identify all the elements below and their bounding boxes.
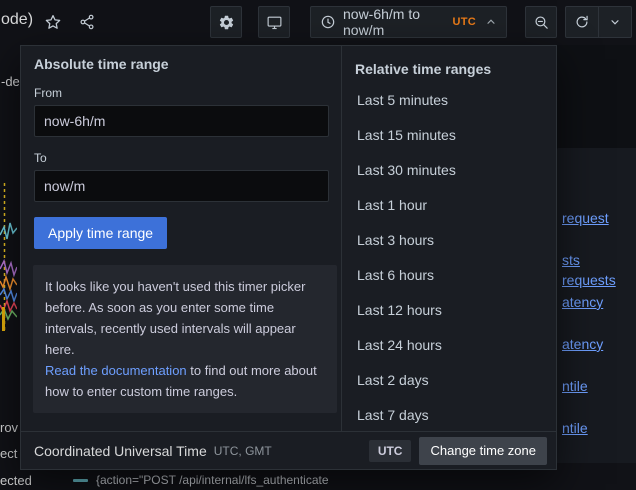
clock-icon (320, 14, 336, 30)
grafana-screen: -de request sts requests atency atency n… (0, 0, 636, 490)
dashboard-settings-button[interactable] (210, 6, 242, 38)
absolute-time-range-section: Absolute time range From To Apply time r… (21, 46, 341, 431)
zoom-out-time-button[interactable] (525, 6, 557, 38)
from-label: From (34, 86, 329, 100)
refresh-icon (574, 14, 590, 30)
relative-option-last-30-minutes[interactable]: Last 30 minutes (355, 152, 556, 187)
background-panel-upper (557, 45, 636, 148)
legend-series-label[interactable]: {action="POST /api/internal/lfs_authenti… (96, 473, 329, 487)
legend-item[interactable]: {action="POST /api/internal/lfs_authenti… (73, 471, 329, 489)
background-link[interactable]: atency (562, 294, 603, 310)
monitor-icon (266, 14, 283, 31)
background-panel-links: request sts requests atency atency ntile… (557, 148, 636, 463)
chevron-up-icon (485, 16, 497, 28)
relative-heading: Relative time ranges (355, 56, 556, 82)
time-range-picker-button[interactable]: now-6h/m to now/m UTC (310, 6, 507, 38)
relative-time-ranges-section: Relative time ranges Last 5 minutes Last… (342, 46, 556, 431)
refresh-interval-dropdown[interactable] (599, 16, 631, 28)
time-range-picker-popup: Absolute time range From To Apply time r… (20, 45, 557, 470)
change-time-zone-button[interactable]: Change time zone (419, 437, 547, 465)
to-label: To (34, 151, 329, 165)
read-documentation-link[interactable]: Read the documentation (45, 363, 187, 378)
picker-info-box: It looks like you haven't used this time… (33, 265, 337, 413)
time-range-label: now-6h/m to now/m (343, 6, 445, 38)
row-text-fragment: ect (0, 446, 17, 461)
chevron-down-icon (609, 16, 621, 28)
refresh-button-group (565, 6, 632, 38)
background-chart (0, 183, 17, 333)
dashboard-toolbar: ode) (0, 0, 636, 45)
relative-option-last-3-hours[interactable]: Last 3 hours (355, 222, 556, 257)
timezone-detail: UTC, GMT (214, 444, 272, 458)
timezone-badge: UTC (369, 440, 412, 462)
to-input[interactable] (34, 170, 329, 202)
timezone-footer: Coordinated Universal Time UTC, GMT UTC … (21, 431, 556, 469)
relative-option-last-6-hours[interactable]: Last 6 hours (355, 257, 556, 292)
dashboard-title-fragment: ode) (1, 11, 33, 29)
refresh-button[interactable] (566, 14, 598, 30)
relative-option-last-12-hours[interactable]: Last 12 hours (355, 292, 556, 327)
background-link[interactable]: ntile (562, 420, 588, 436)
relative-option-last-15-minutes[interactable]: Last 15 minutes (355, 117, 556, 152)
legend-series-color (73, 479, 88, 482)
background-link[interactable]: request (562, 210, 609, 226)
picker-info-line2: Read the documentation to find out more … (45, 360, 325, 402)
picker-info-text: It looks like you haven't used this time… (45, 276, 325, 360)
tv-mode-button[interactable] (258, 6, 290, 38)
relative-option-last-7-days[interactable]: Last 7 days (355, 397, 556, 431)
background-link[interactable]: requests (562, 272, 616, 288)
apply-time-range-button[interactable]: Apply time range (34, 217, 167, 249)
gear-icon (218, 14, 235, 31)
panel-title-fragment: -de (1, 74, 20, 89)
timezone-name: Coordinated Universal Time (34, 443, 207, 459)
relative-option-last-5-minutes[interactable]: Last 5 minutes (355, 82, 556, 117)
relative-option-last-2-days[interactable]: Last 2 days (355, 362, 556, 397)
background-link[interactable]: atency (562, 336, 603, 352)
row-text-fragment: ected (0, 473, 32, 488)
absolute-heading: Absolute time range (34, 56, 329, 72)
background-link[interactable]: ntile (562, 378, 588, 394)
star-icon[interactable] (44, 13, 62, 31)
background-link[interactable]: sts (562, 252, 580, 268)
magnifier-minus-icon (533, 14, 550, 31)
from-input[interactable] (34, 105, 329, 137)
relative-option-last-1-hour[interactable]: Last 1 hour (355, 187, 556, 222)
time-zone-tag: UTC (452, 16, 476, 28)
share-icon[interactable] (78, 13, 96, 31)
row-text-fragment: rov (0, 420, 18, 435)
relative-option-last-24-hours[interactable]: Last 24 hours (355, 327, 556, 362)
